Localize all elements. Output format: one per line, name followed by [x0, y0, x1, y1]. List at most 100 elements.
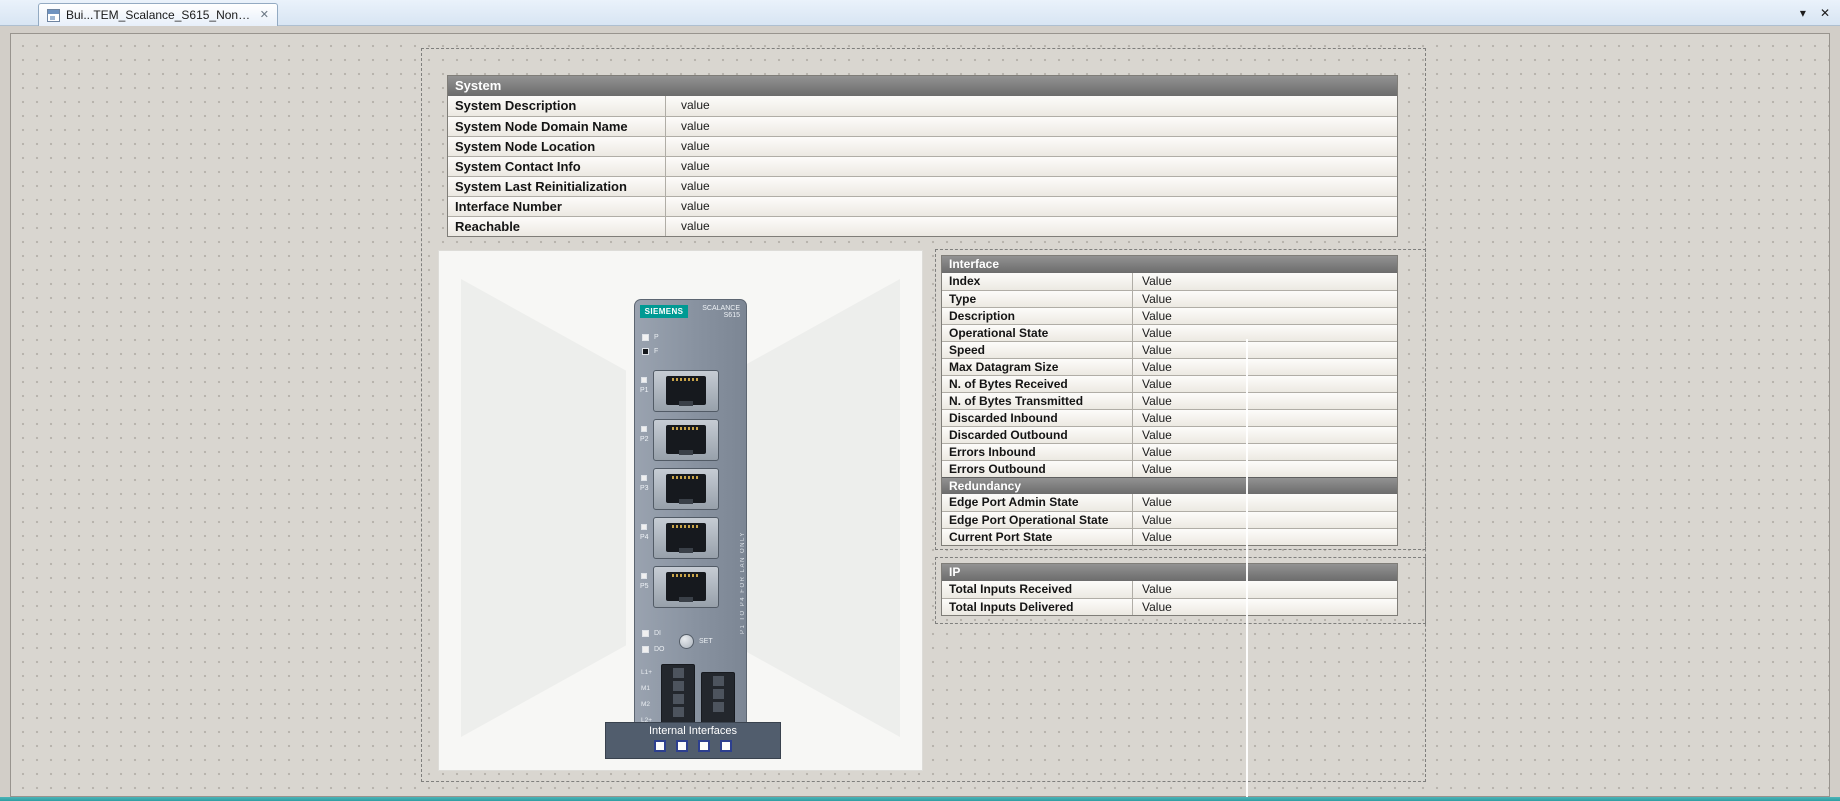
internal-interface-indicators — [606, 740, 780, 752]
rj45-jack — [666, 474, 706, 503]
table-row: Index Value — [942, 273, 1397, 290]
internal-interfaces-bar: Internal Interfaces — [605, 722, 781, 759]
internal-interface-indicator — [654, 740, 666, 752]
terminal-slot — [713, 676, 724, 686]
table-row: Reachable value — [448, 216, 1397, 236]
table-row: Discarded Outbound Value — [942, 426, 1397, 443]
table-row: Edge Port Admin State Value — [942, 494, 1397, 511]
row-label: Total Inputs Delivered — [942, 599, 1133, 615]
terminal-label: L1+ — [641, 665, 652, 681]
power-led-label: P — [654, 334, 659, 341]
table-row: N. of Bytes Transmitted Value — [942, 392, 1397, 409]
row-label: Operational State — [942, 325, 1133, 341]
terminal-label: M1 — [641, 681, 652, 697]
row-label: Discarded Outbound — [942, 427, 1133, 443]
tabbar-controls: ▾ ✕ — [1800, 0, 1830, 26]
editor-canvas[interactable]: System System Description value System N… — [10, 33, 1830, 797]
vertical-highlight-line — [1246, 339, 1248, 798]
row-label: N. of Bytes Received — [942, 376, 1133, 392]
terminal-slot — [713, 702, 724, 712]
row-value: Value — [1133, 581, 1397, 598]
model-line-1: SCALANCE — [702, 305, 740, 312]
internal-interface-indicator — [720, 740, 732, 752]
ip-table[interactable]: IP Total Inputs Received Value Total Inp… — [941, 563, 1398, 616]
interface-table[interactable]: Interface Index Value Type Value Descrip… — [941, 255, 1398, 546]
table-row: Speed Value — [942, 341, 1397, 358]
row-label: System Contact Info — [448, 157, 666, 176]
rj45-port-5: P5 — [653, 566, 719, 608]
row-value: Value — [1133, 599, 1397, 615]
power-led — [642, 334, 649, 341]
row-label: Interface Number — [448, 197, 666, 216]
row-value: Value — [1133, 291, 1397, 307]
tab-title: Bui...TEM_Scalance_S615_None_001_150 — [66, 8, 254, 22]
table-row: N. of Bytes Received Value — [942, 375, 1397, 392]
port-led — [641, 377, 647, 383]
row-label: Speed — [942, 342, 1133, 358]
rj45-jack — [666, 425, 706, 454]
terminal-label: M2 — [641, 697, 652, 713]
terminal-slot — [673, 707, 684, 717]
table-row: Errors Inbound Value — [942, 443, 1397, 460]
table-row: Description Value — [942, 307, 1397, 324]
di-led — [642, 630, 649, 637]
interface-table-header: Interface — [942, 256, 1397, 273]
terminal-slot — [713, 689, 724, 699]
row-value: Value — [1133, 325, 1397, 341]
row-value: Value — [1133, 529, 1397, 545]
row-value: value — [666, 177, 1397, 196]
fault-led-label: F — [654, 348, 658, 355]
row-label: Current Port State — [942, 529, 1133, 545]
row-label: Errors Inbound — [942, 444, 1133, 460]
table-row: Edge Port Operational State Value — [942, 511, 1397, 528]
fault-led — [642, 348, 649, 355]
system-table[interactable]: System System Description value System N… — [447, 75, 1398, 237]
rj45-port-1: P1 — [653, 370, 719, 412]
ip-table-header: IP — [942, 564, 1397, 581]
port-label: P1 — [640, 387, 649, 394]
row-value: Value — [1133, 342, 1397, 358]
row-label: Total Inputs Received — [942, 581, 1133, 598]
do-led — [642, 646, 649, 653]
row-value: Value — [1133, 359, 1397, 375]
tab-list-dropdown-icon[interactable]: ▾ — [1800, 6, 1806, 20]
model-line-2: S615 — [724, 312, 740, 319]
port-label: P4 — [640, 534, 649, 541]
rj45-port-2: P2 — [653, 419, 719, 461]
system-table-header: System — [448, 76, 1397, 96]
editor-close-icon[interactable]: ✕ — [1820, 6, 1830, 20]
row-value: Value — [1133, 410, 1397, 426]
rj45-jack — [666, 572, 706, 601]
row-value: Value — [1133, 444, 1397, 460]
row-label: System Node Domain Name — [448, 117, 666, 136]
row-value: Value — [1133, 427, 1397, 443]
port-led — [641, 426, 647, 432]
row-value: value — [666, 217, 1397, 236]
tab-faceplate[interactable]: Bui...TEM_Scalance_S615_None_001_150 ✕ — [38, 3, 278, 26]
table-row: System Node Location value — [448, 136, 1397, 156]
terminal-slot — [673, 668, 684, 678]
internal-interface-indicator — [698, 740, 710, 752]
table-row: System Contact Info value — [448, 156, 1397, 176]
device-image-panel[interactable]: SIEMENS SCALANCE S615 P F P1 — [438, 250, 923, 771]
port-led — [641, 573, 647, 579]
table-row: Interface Number value — [448, 196, 1397, 216]
table-row: Current Port State Value — [942, 528, 1397, 545]
row-label: System Node Location — [448, 137, 666, 156]
row-label: Description — [942, 308, 1133, 324]
tab-close-icon[interactable]: ✕ — [260, 10, 269, 21]
row-label: Index — [942, 273, 1133, 290]
rj45-port-3: P3 — [653, 468, 719, 510]
row-label: Reachable — [448, 217, 666, 236]
row-value: value — [666, 137, 1397, 156]
row-value: Value — [1133, 376, 1397, 392]
row-value: value — [666, 157, 1397, 176]
row-value: value — [666, 197, 1397, 216]
di-led-label: DI — [654, 630, 661, 637]
terminal-labels: L1+ M1 M2 L2+ — [641, 665, 652, 729]
row-value: Value — [1133, 494, 1397, 511]
terminal-slot — [673, 681, 684, 691]
internal-interfaces-title: Internal Interfaces — [606, 725, 780, 737]
table-row: Discarded Inbound Value — [942, 409, 1397, 426]
row-label: Type — [942, 291, 1133, 307]
